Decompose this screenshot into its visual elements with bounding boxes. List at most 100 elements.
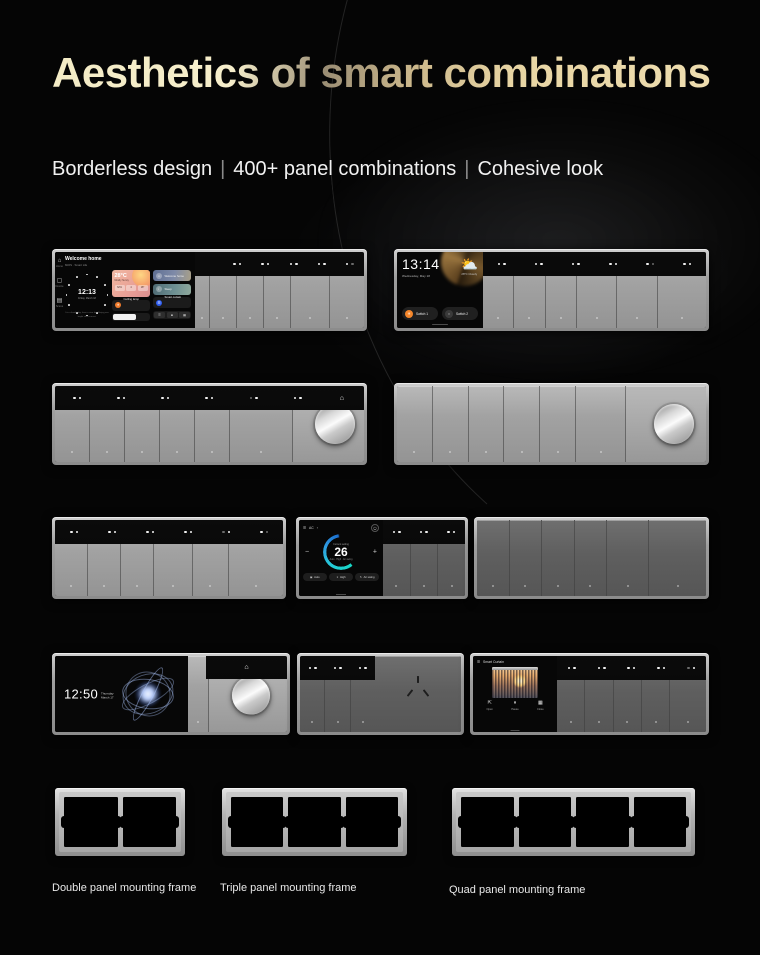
switch-key[interactable] — [264, 252, 291, 328]
scene-card-welcome-home[interactable]: ⌂ Welcome home — [153, 270, 191, 281]
mounting-frame-double[interactable] — [55, 788, 185, 856]
menu-icon[interactable]: ☰ — [477, 660, 480, 664]
switch-key[interactable] — [642, 656, 670, 732]
switch-key[interactable] — [649, 520, 706, 596]
switch-key[interactable] — [300, 656, 325, 732]
panel-dashboard-combo[interactable]: ⌂ Home ▢ Device ▤ Scene Welcome home MiO… — [52, 249, 367, 331]
switch-key[interactable] — [154, 520, 193, 596]
switch-button-1[interactable]: ☀ Switch 1 — [402, 307, 438, 320]
switch-key[interactable] — [577, 252, 617, 328]
switch-key[interactable] — [575, 520, 608, 596]
rotary-knob-key[interactable] — [293, 386, 364, 462]
switch-key[interactable] — [514, 252, 545, 328]
mode-button-high[interactable]: ✶ High — [329, 573, 353, 581]
mounting-frame-triple[interactable] — [222, 788, 407, 856]
curtain-close-button[interactable]: ▦ Close — [528, 701, 553, 711]
switch-key[interactable] — [90, 386, 125, 462]
switch-key[interactable] — [607, 520, 649, 596]
switch-key[interactable] — [121, 520, 154, 596]
panel-clockswitch-combo[interactable]: 13:14 Wednesday, May 18 ⛅ 28°C Cloudy ☀ … — [394, 249, 709, 331]
switch-key[interactable] — [55, 520, 88, 596]
switch-key[interactable] — [433, 386, 469, 462]
curtain-open-button[interactable]: ⇱ Open — [477, 701, 502, 711]
rotary-knob[interactable] — [232, 677, 270, 715]
switch-key[interactable] — [237, 252, 264, 328]
rotary-knob[interactable] — [315, 404, 355, 444]
panel-ambient-knob-combo[interactable]: 12:50 Thursday March 17 ⌂ — [52, 653, 290, 735]
rotary-knob-key[interactable] — [626, 386, 706, 462]
device-card-smart-curtain[interactable]: ☰ Smart curtain Opened 60% · Hall — [153, 297, 191, 308]
panel-plain-six-gang[interactable] — [474, 517, 709, 599]
switch-key[interactable] — [438, 520, 465, 596]
switch-button-2[interactable]: ○ Switch 2 — [442, 307, 478, 320]
curtain-open-button[interactable]: ☰ — [154, 312, 165, 318]
panel-switch-socket-combo[interactable] — [297, 653, 464, 735]
switch-key[interactable] — [670, 656, 706, 732]
switch-key[interactable] — [483, 252, 514, 328]
brightness-slider[interactable] — [112, 313, 150, 321]
temperature-dial[interactable]: Current setting 26 Auto · High · Air swi… — [303, 533, 379, 571]
switch-key[interactable] — [351, 656, 375, 732]
switch-cluster[interactable]: ⌂ — [55, 386, 364, 462]
switch-key[interactable] — [411, 520, 439, 596]
switch-key[interactable] — [325, 656, 350, 732]
scene-card-sleep[interactable]: ☾ Sleep — [153, 284, 191, 295]
curtain-pause-button[interactable]: ⏸ Pause — [502, 701, 527, 711]
panel-curtain-combo[interactable]: ☰ Smart Curtain ⇱ Open ⏸ Pause ▦ Close — [470, 653, 709, 735]
panel-switch-knob-combo[interactable]: ⌂ — [52, 383, 367, 465]
temperature-decrease-button[interactable]: − — [305, 549, 309, 556]
menu-icon[interactable]: ☰ — [303, 526, 306, 530]
screen-ac-control[interactable]: ☰ AC › ⏻ Current setting 26 Auto · High … — [299, 520, 383, 596]
switch-cluster[interactable] — [300, 656, 375, 732]
switch-cluster[interactable] — [483, 252, 706, 328]
switch-key[interactable] — [230, 386, 292, 462]
power-icon[interactable]: ⏻ — [371, 524, 379, 532]
switch-key[interactable] — [504, 386, 540, 462]
switch-key[interactable] — [383, 520, 411, 596]
switch-key[interactable] — [542, 520, 575, 596]
switch-key[interactable] — [617, 252, 657, 328]
switch-key[interactable] — [193, 520, 229, 596]
switch-key[interactable] — [195, 252, 210, 328]
switch-key[interactable] — [576, 386, 626, 462]
switch-key[interactable] — [540, 386, 576, 462]
curtain-close-button[interactable]: ▦ — [179, 312, 190, 318]
switch-key[interactable] — [125, 386, 160, 462]
mode-button-auto[interactable]: ▣ Auto — [303, 573, 327, 581]
sidebar-item-scene[interactable]: ▤ Scene — [55, 298, 64, 308]
rotary-knob[interactable] — [654, 404, 694, 444]
switch-key[interactable] — [229, 520, 283, 596]
rotary-knob-key[interactable] — [209, 656, 287, 732]
mode-button-air-swing[interactable]: ↻ Air swing — [355, 573, 379, 581]
curtain-pause-button[interactable]: ■ — [167, 312, 178, 318]
switch-cluster[interactable] — [397, 386, 706, 462]
panel-six-gang-switch[interactable] — [52, 517, 286, 599]
switch-key[interactable] — [210, 252, 237, 328]
sidebar-item-device[interactable]: ▢ Device — [55, 278, 64, 288]
temperature-increase-button[interactable]: + — [373, 549, 377, 556]
screen-clock-switch[interactable]: 13:14 Wednesday, May 18 ⛅ 28°C Cloudy ☀ … — [397, 252, 483, 328]
screen-ambient-clock[interactable]: 12:50 Thursday March 17 — [55, 656, 188, 732]
switch-key[interactable] — [291, 252, 331, 328]
switch-key[interactable] — [658, 252, 706, 328]
weather-widget[interactable]: 28°C Mostly Sunny 62% 4 18° — [112, 270, 150, 297]
switch-key[interactable] — [585, 656, 613, 732]
dashboard-rail[interactable]: ⌂ Home ▢ Device ▤ Scene — [55, 252, 64, 328]
sidebar-item-home[interactable]: ⌂ Home — [55, 258, 64, 268]
switch-cluster[interactable] — [557, 656, 706, 732]
switch-key[interactable] — [195, 386, 230, 462]
switch-key[interactable] — [55, 386, 90, 462]
clock-widget[interactable]: 12:13 Friday, March 18 It is a lovely da… — [65, 270, 109, 320]
mounting-frame-quad[interactable] — [452, 788, 695, 856]
switch-cluster[interactable] — [195, 252, 364, 328]
panel-plain-knob-combo[interactable] — [394, 383, 709, 465]
panel-ac-combo[interactable]: ☰ AC › ⏻ Current setting 26 Auto · High … — [296, 517, 468, 599]
curtain-action-group[interactable]: ☰ ■ ▦ — [153, 311, 191, 319]
switch-cluster[interactable]: ⌂ — [188, 656, 287, 732]
switch-cluster[interactable] — [383, 520, 465, 596]
switch-key[interactable] — [188, 656, 209, 732]
switch-key[interactable] — [469, 386, 505, 462]
power-socket[interactable] — [375, 656, 461, 732]
screen-dashboard[interactable]: ⌂ Home ▢ Device ▤ Scene Welcome home MiO… — [55, 252, 195, 328]
switch-cluster[interactable] — [477, 520, 706, 596]
